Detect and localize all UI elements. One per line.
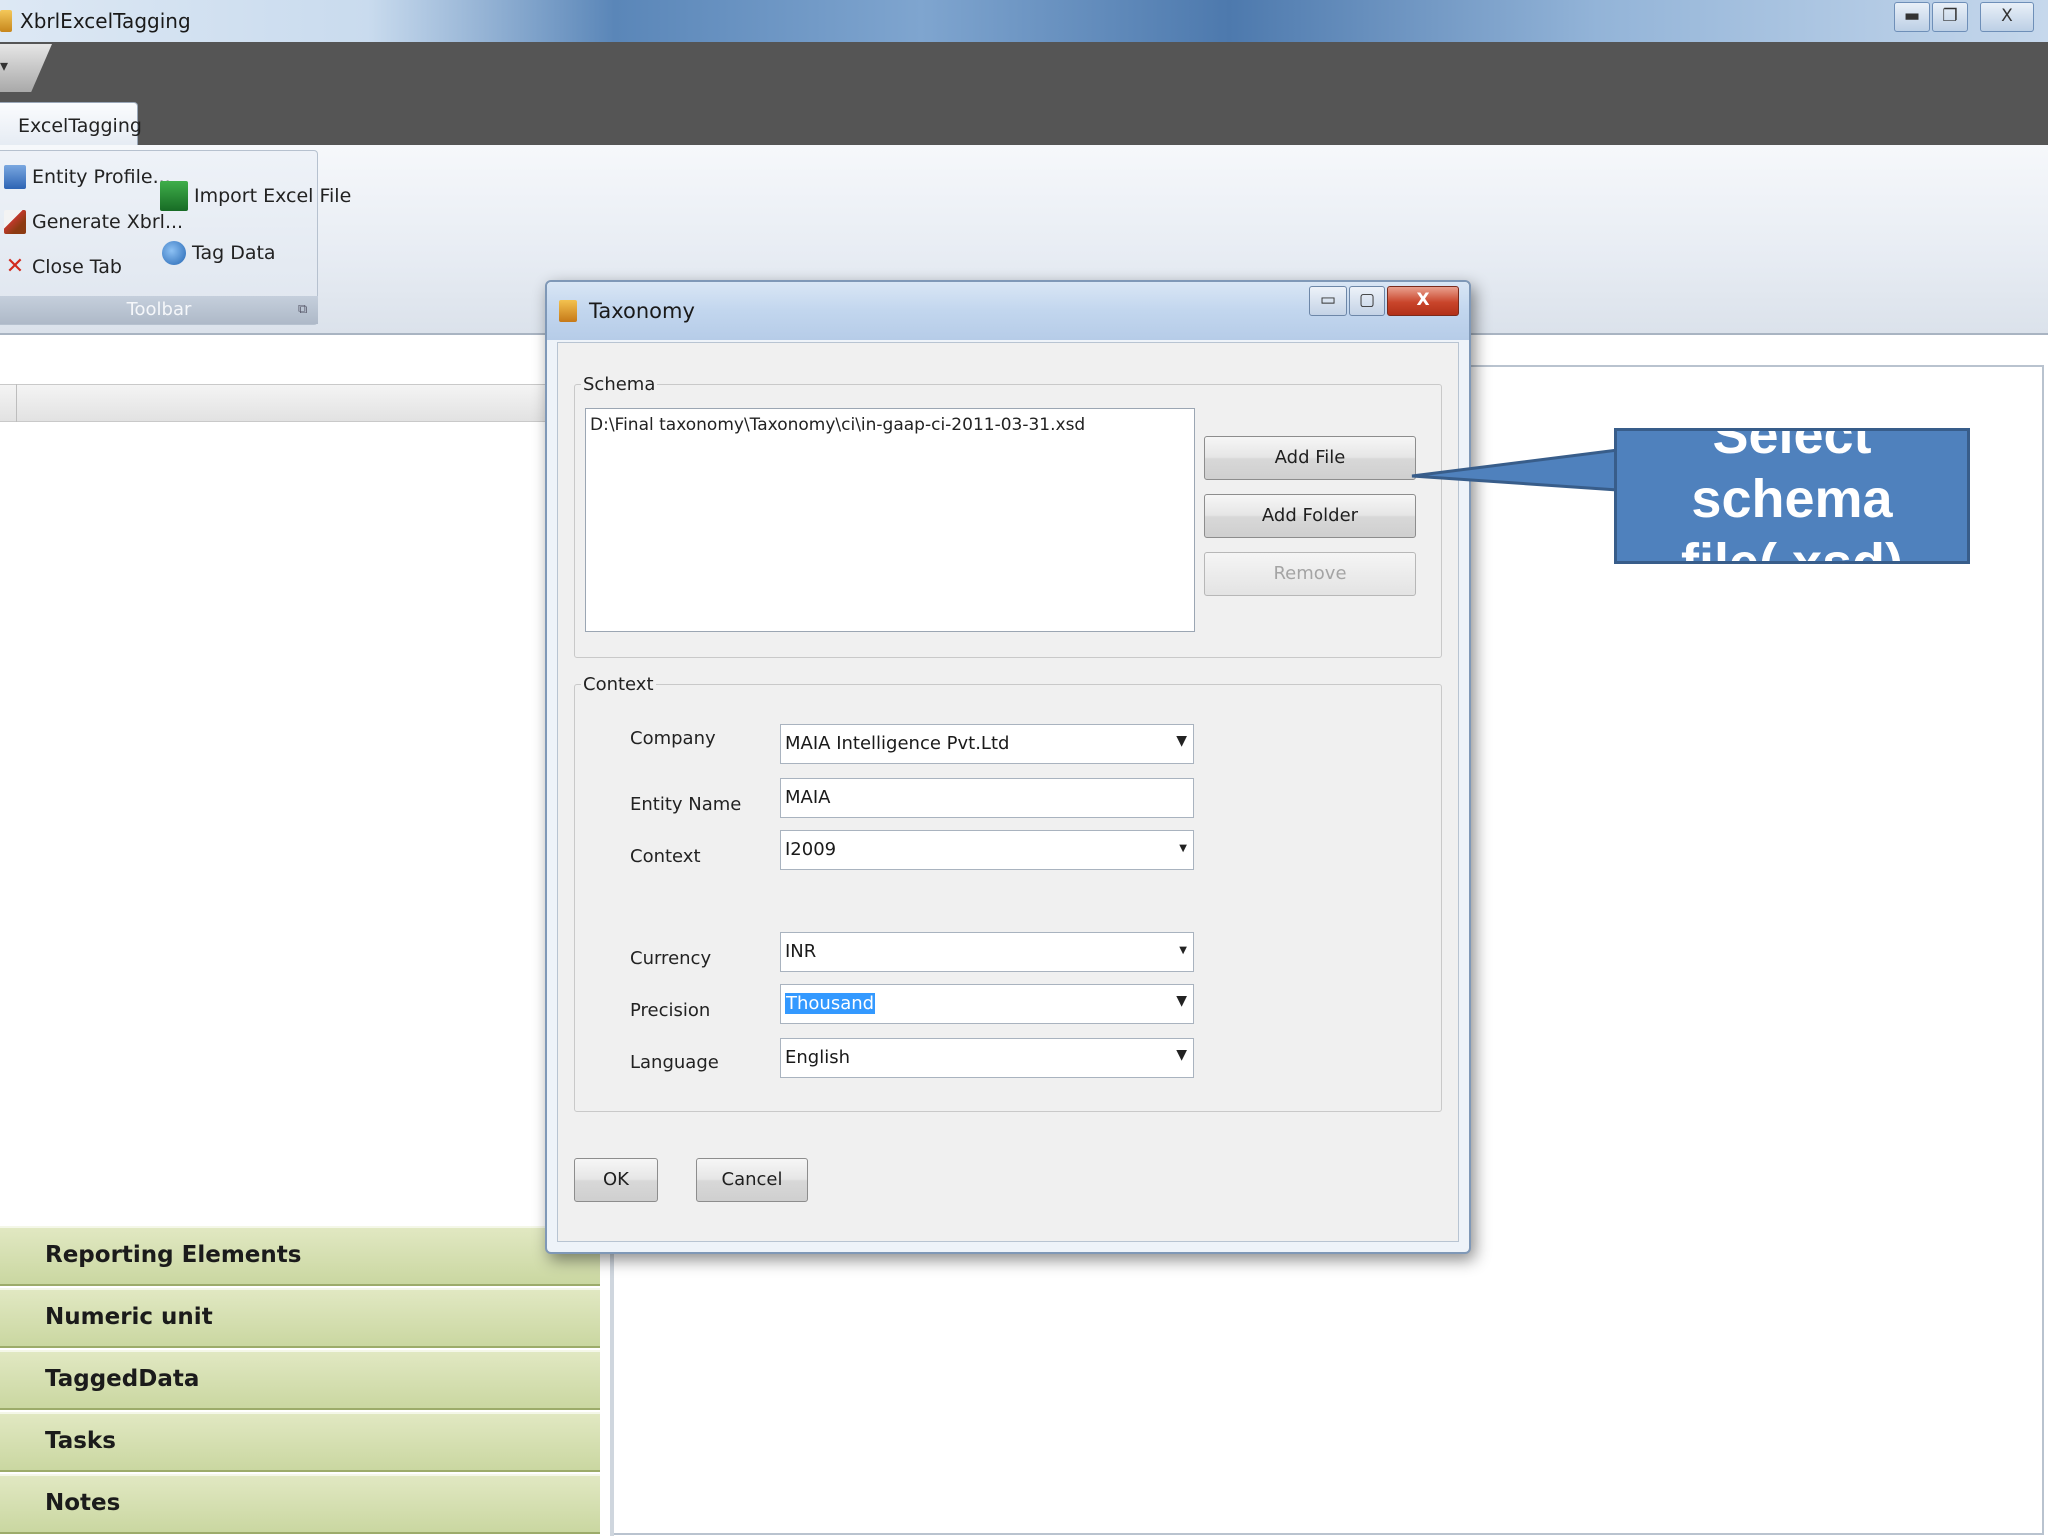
dropdown-arrow-icon: ▼ xyxy=(1176,1047,1187,1063)
generate-xbrl-button[interactable]: Generate Xbrl... xyxy=(4,210,183,234)
dialog-minimize-button[interactable]: ▭ xyxy=(1309,286,1347,316)
cancel-button[interactable]: Cancel xyxy=(696,1158,808,1202)
tag-data-button[interactable]: Tag Data xyxy=(162,241,276,265)
company-select[interactable]: MAIA Intelligence Pvt.Ltd ▼ xyxy=(780,724,1194,764)
language-label: Language xyxy=(630,1052,719,1073)
close-window-button[interactable]: X xyxy=(1980,2,2034,32)
maximize-icon: ▢ xyxy=(1358,290,1376,310)
close-tab-label: Close Tab xyxy=(32,256,122,278)
header-divider xyxy=(16,384,17,422)
schema-legend: Schema xyxy=(583,374,656,395)
dropdown-arrow-icon: ▼ xyxy=(1179,945,1187,956)
nav-tasks[interactable]: Tasks xyxy=(0,1412,600,1472)
precision-label: Precision xyxy=(630,1000,711,1021)
schema-file-list[interactable]: D:\Final taxonomy\Taxonomy\ci\in-gaap-ci… xyxy=(585,408,1195,632)
add-file-button[interactable]: Add File xyxy=(1204,436,1416,480)
precision-select[interactable]: Thousand ▼ xyxy=(780,984,1194,1024)
dialog-icon xyxy=(559,300,577,322)
entity-name-field[interactable]: MAIA xyxy=(780,778,1194,818)
callout-box: Select schema file(.xsd) xyxy=(1614,428,1970,564)
entity-profile-button[interactable]: Entity Profile... xyxy=(4,165,171,189)
entity-name-value: MAIA xyxy=(785,787,831,808)
add-folder-button[interactable]: Add Folder xyxy=(1204,494,1416,538)
entity-name-label: Entity Name xyxy=(630,794,742,815)
import-excel-label: Import Excel File xyxy=(194,185,352,207)
toolbar-group-label: Toolbar xyxy=(0,296,318,324)
import-excel-button[interactable]: Import Excel File xyxy=(160,181,351,211)
tag-data-label: Tag Data xyxy=(192,242,276,264)
group-launcher-icon[interactable]: ⧉ xyxy=(298,302,307,317)
entity-profile-icon xyxy=(4,165,26,189)
entity-profile-label: Entity Profile... xyxy=(32,166,171,188)
nav-reporting-elements[interactable]: Reporting Elements xyxy=(0,1226,600,1286)
dialog-title-bar[interactable]: Taxonomy ▭ ▢ X xyxy=(547,282,1469,340)
close-icon: X xyxy=(2001,6,2013,26)
list-item[interactable]: D:\Final taxonomy\Taxonomy\ci\in-gaap-ci… xyxy=(590,415,1190,435)
company-label: Company xyxy=(630,728,716,749)
nav-label: TaggedData xyxy=(45,1366,200,1392)
generate-xbrl-icon xyxy=(4,210,26,234)
close-tab-icon: ✕ xyxy=(5,254,25,279)
currency-label: Currency xyxy=(630,948,712,969)
callout-text: Select schema file(.xsd) xyxy=(1680,428,1904,564)
currency-select[interactable]: INR ▼ xyxy=(780,932,1194,972)
dropdown-arrow-icon: ▼ xyxy=(1176,993,1187,1009)
remove-button[interactable]: Remove xyxy=(1204,552,1416,596)
ribbon-header xyxy=(0,42,2048,145)
app-icon xyxy=(0,10,12,32)
nav-tagged-data[interactable]: TaggedData xyxy=(0,1350,600,1410)
nav-label: Numeric unit xyxy=(45,1304,213,1330)
company-value: MAIA Intelligence Pvt.Ltd xyxy=(785,733,1010,754)
dialog-title: Taxonomy xyxy=(589,299,695,323)
restore-button[interactable]: ❐ xyxy=(1932,2,1968,32)
callout-pointer xyxy=(1411,448,1620,492)
language-value: English xyxy=(785,1047,850,1068)
context-select[interactable]: I2009 ▼ xyxy=(780,830,1194,870)
context-label: Context xyxy=(630,846,701,867)
currency-value: INR xyxy=(785,941,817,962)
precision-value: Thousand xyxy=(785,993,876,1014)
tab-excel-tagging[interactable]: ExcelTagging xyxy=(0,102,142,146)
minimize-icon: ▬ xyxy=(1903,6,1921,26)
restore-icon: ❐ xyxy=(1942,6,1958,26)
language-select[interactable]: English ▼ xyxy=(780,1038,1194,1078)
nav-numeric-unit[interactable]: Numeric unit xyxy=(0,1288,600,1348)
close-icon: X xyxy=(1416,290,1430,310)
context-legend: Context xyxy=(583,674,654,695)
dialog-close-button[interactable]: X xyxy=(1387,286,1459,316)
nav-label: Notes xyxy=(45,1490,121,1516)
window-title-bar: XbrlExcelTagging ▬ ❐ X xyxy=(0,0,2048,42)
nav-notes[interactable]: Notes xyxy=(0,1474,600,1534)
dropdown-arrow-icon: ▼ xyxy=(1179,843,1187,854)
nav-label: Reporting Elements xyxy=(45,1242,302,1268)
menu-arrow-icon: ▾ xyxy=(0,56,9,75)
excel-icon xyxy=(160,181,188,211)
minimize-button[interactable]: ▬ xyxy=(1894,2,1930,32)
pane-splitter[interactable] xyxy=(610,1222,614,1536)
window-title: XbrlExcelTagging xyxy=(20,9,191,33)
context-value: I2009 xyxy=(785,839,837,860)
dialog-maximize-button[interactable]: ▢ xyxy=(1349,286,1385,316)
ok-button[interactable]: OK xyxy=(574,1158,658,1202)
close-tab-button[interactable]: ✕ Close Tab xyxy=(4,255,122,279)
left-panel-header xyxy=(0,384,610,422)
tag-data-icon xyxy=(162,241,186,265)
minimize-icon: ▭ xyxy=(1319,290,1337,310)
dropdown-arrow-icon: ▼ xyxy=(1176,733,1187,749)
nav-label: Tasks xyxy=(45,1428,116,1454)
generate-xbrl-label: Generate Xbrl... xyxy=(32,211,184,233)
